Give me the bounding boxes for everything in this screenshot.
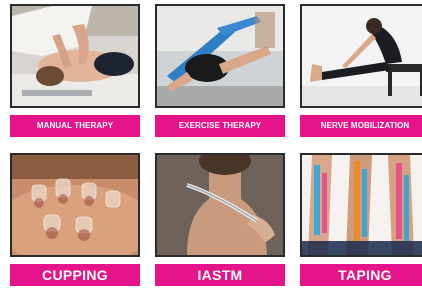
service-card-iastm[interactable]: IASTM (155, 153, 285, 286)
iastm-photo (155, 153, 285, 257)
service-label: MANUAL THERAPY (10, 115, 140, 137)
manual-therapy-photo (10, 4, 140, 108)
nerve-mobilization-photo (300, 4, 422, 108)
service-label: IASTM (155, 264, 285, 286)
service-card-manual-therapy[interactable]: MANUAL THERAPY (10, 4, 140, 137)
service-card-nerve-mobilization[interactable]: NERVE MOBILIZATION (300, 4, 422, 137)
service-card-cupping[interactable]: CUPPING (10, 153, 140, 286)
service-label: CUPPING (10, 264, 140, 286)
service-label: NERVE MOBILIZATION (300, 115, 422, 137)
service-card-taping[interactable]: TAPING (300, 153, 422, 286)
service-label: EXERCISE THERAPY (155, 115, 285, 137)
exercise-therapy-photo (155, 4, 285, 108)
service-card-exercise-therapy[interactable]: EXERCISE THERAPY (155, 4, 285, 137)
taping-photo (300, 153, 422, 257)
service-label: TAPING (300, 264, 422, 286)
cupping-photo (10, 153, 140, 257)
